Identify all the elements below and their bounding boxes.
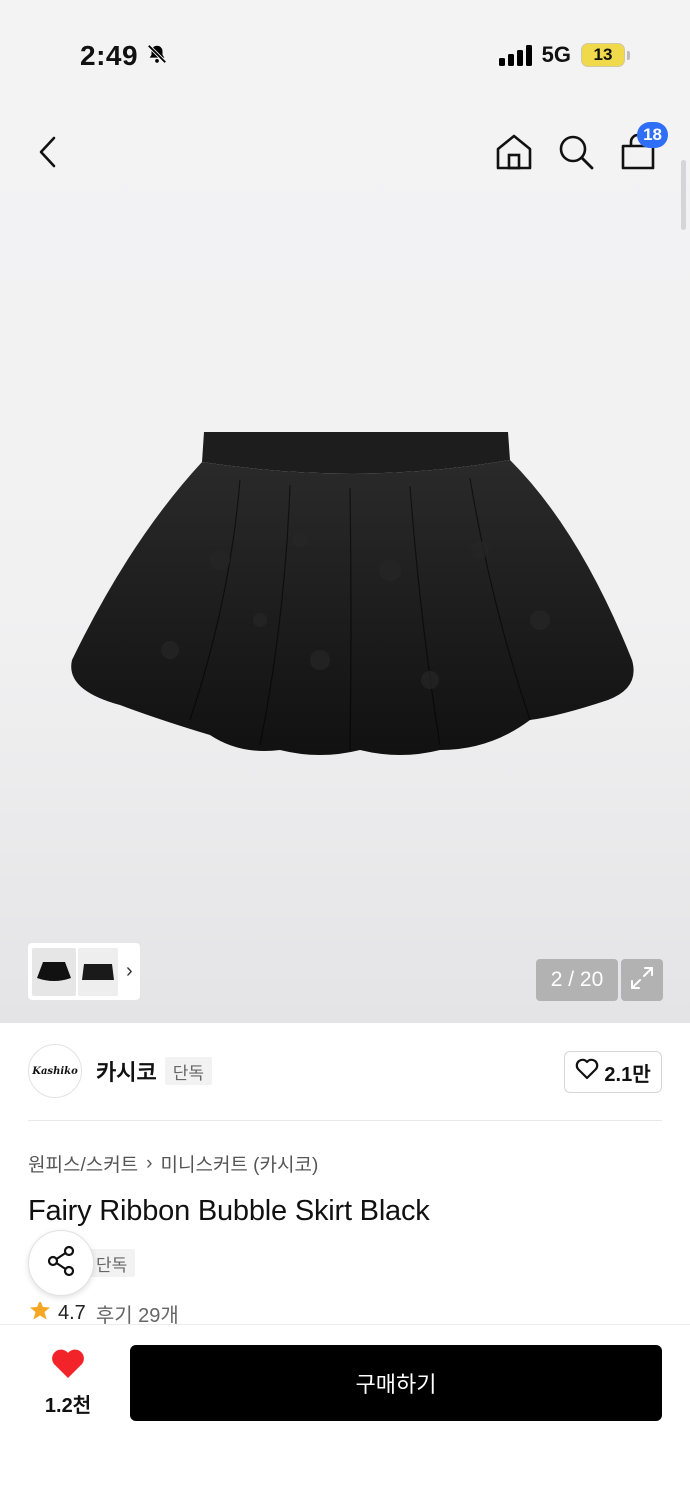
thumbnail-strip[interactable]: › xyxy=(28,943,140,1000)
status-indicators: 5G 13 xyxy=(498,42,630,68)
brand-logo[interactable]: Kashiko xyxy=(28,1044,82,1098)
chevron-right-icon: › xyxy=(146,1152,153,1174)
search-button[interactable] xyxy=(552,130,600,178)
cellular-signal-icon xyxy=(498,44,532,66)
wishlist-count: 1.2천 xyxy=(44,1395,92,1417)
product-title: Fairy Ribbon Bubble Skirt Black xyxy=(28,1195,430,1227)
bell-slash-icon xyxy=(146,40,168,72)
star-icon xyxy=(28,1302,52,1324)
status-time-text: 2:49 xyxy=(80,40,139,71)
gallery-page-indicator: 2 / 20 xyxy=(536,959,618,1001)
brand-logo-text: Kashiko xyxy=(32,1065,78,1077)
chevron-right-icon[interactable]: › xyxy=(126,960,133,983)
wishlist-button[interactable]: 1.2천 xyxy=(28,1345,108,1421)
scrollbar[interactable] xyxy=(681,160,686,230)
divider xyxy=(28,1120,662,1121)
product-rating[interactable]: 4.7 후기 29개 xyxy=(28,1302,179,1324)
breadcrumb: 원피스/스커트 › 미니스커트 (카시코) xyxy=(28,1150,318,1177)
search-icon xyxy=(557,133,595,176)
buy-button[interactable]: 구매하기 xyxy=(130,1345,662,1421)
battery-level: 13 xyxy=(581,43,625,67)
heart-filled-icon xyxy=(50,1348,86,1385)
top-navigation: 18 xyxy=(0,120,690,184)
cart-count-badge: 18 xyxy=(637,122,668,148)
heart-outline-icon xyxy=(575,1058,599,1086)
breadcrumb-item[interactable]: 원피스/스커트 xyxy=(28,1150,138,1177)
expand-icon xyxy=(629,965,655,996)
brand-name[interactable]: 카시코 xyxy=(96,1055,157,1087)
back-icon xyxy=(37,135,59,174)
battery-icon: 13 xyxy=(581,43,630,67)
exclusive-badge: 단독 xyxy=(88,1249,136,1277)
thumbnail-item[interactable] xyxy=(32,947,76,996)
network-type: 5G xyxy=(541,42,571,67)
exclusive-badge: 단독 xyxy=(164,1057,213,1085)
status-bar: 2:49 5G 13 xyxy=(0,0,690,110)
brand-row: Kashiko 카시코 단독 2.1만 xyxy=(28,1043,662,1099)
home-icon xyxy=(495,133,533,176)
rating-score: 4.7 xyxy=(58,1302,86,1324)
share-icon xyxy=(45,1245,77,1282)
breadcrumb-item[interactable]: 미니스커트 (카시코) xyxy=(161,1150,319,1177)
review-count[interactable]: 후기 29개 xyxy=(96,1302,179,1325)
cart-button[interactable]: 18 xyxy=(614,122,668,178)
home-button[interactable] xyxy=(490,130,538,178)
thumbnail-item[interactable] xyxy=(78,947,118,996)
brand-like-count: 2.1만 xyxy=(604,1063,651,1086)
share-button[interactable] xyxy=(28,1230,94,1296)
product-image xyxy=(60,420,650,780)
back-button[interactable] xyxy=(24,130,72,178)
status-time: 2:49 xyxy=(80,40,168,72)
fullscreen-button[interactable] xyxy=(621,959,663,1001)
brand-like-button[interactable]: 2.1만 xyxy=(564,1051,662,1093)
